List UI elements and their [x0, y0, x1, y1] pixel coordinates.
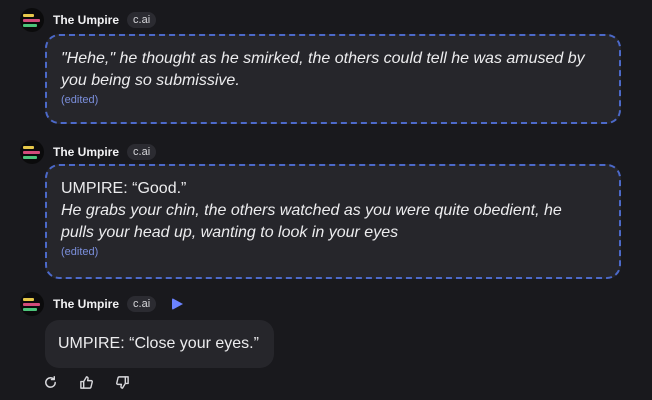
refresh-icon	[44, 375, 56, 388]
avatar[interactable]	[20, 292, 44, 316]
edited-label: (edited)	[61, 94, 99, 106]
message-3: The Umpire c.ai UMPIRE: “Close your eyes…	[20, 292, 640, 372]
message-actions	[40, 372, 148, 392]
cai-badge: c.ai	[127, 12, 157, 28]
dialogue-line: UMPIRE: “Good.”	[61, 180, 187, 197]
narration-line: "Hehe," he thought as he smirked, the ot…	[61, 50, 585, 67]
dislike-button[interactable]	[112, 372, 132, 392]
regenerate-button[interactable]	[40, 372, 60, 392]
message-bubble[interactable]: "Hehe," he thought as he smirked, the ot…	[45, 34, 621, 124]
message-bubble[interactable]: UMPIRE: “Good.” He grabs your chin, the …	[45, 164, 621, 279]
character-name[interactable]: The Umpire	[53, 13, 119, 27]
narration-line: you being so submissive.	[61, 72, 240, 89]
character-name[interactable]: The Umpire	[53, 297, 119, 311]
message-1: The Umpire c.ai "Hehe," he thought as he…	[20, 8, 640, 124]
message-header: The Umpire c.ai	[20, 140, 157, 164]
narration-line: He grabs your chin, the others watched a…	[61, 202, 562, 219]
message-header: The Umpire c.ai	[20, 8, 157, 32]
dialogue-line: UMPIRE: “Close your eyes.”	[58, 335, 259, 352]
cai-badge: c.ai	[127, 296, 157, 312]
message-bubble[interactable]: UMPIRE: “Close your eyes.”	[45, 320, 274, 368]
like-button[interactable]	[76, 372, 96, 392]
character-name[interactable]: The Umpire	[53, 145, 119, 159]
edited-label: (edited)	[61, 246, 99, 258]
avatar[interactable]	[20, 140, 44, 164]
play-icon[interactable]	[172, 298, 184, 310]
thumbs-down-icon	[115, 375, 129, 389]
message-2: The Umpire c.ai UMPIRE: “Good.” He grabs…	[20, 140, 640, 280]
thumbs-up-icon	[79, 375, 93, 389]
avatar[interactable]	[20, 8, 44, 32]
message-header: The Umpire c.ai	[20, 292, 184, 316]
cai-badge: c.ai	[127, 144, 157, 160]
narration-line: pulls your head up, wanting to look in y…	[61, 224, 399, 241]
